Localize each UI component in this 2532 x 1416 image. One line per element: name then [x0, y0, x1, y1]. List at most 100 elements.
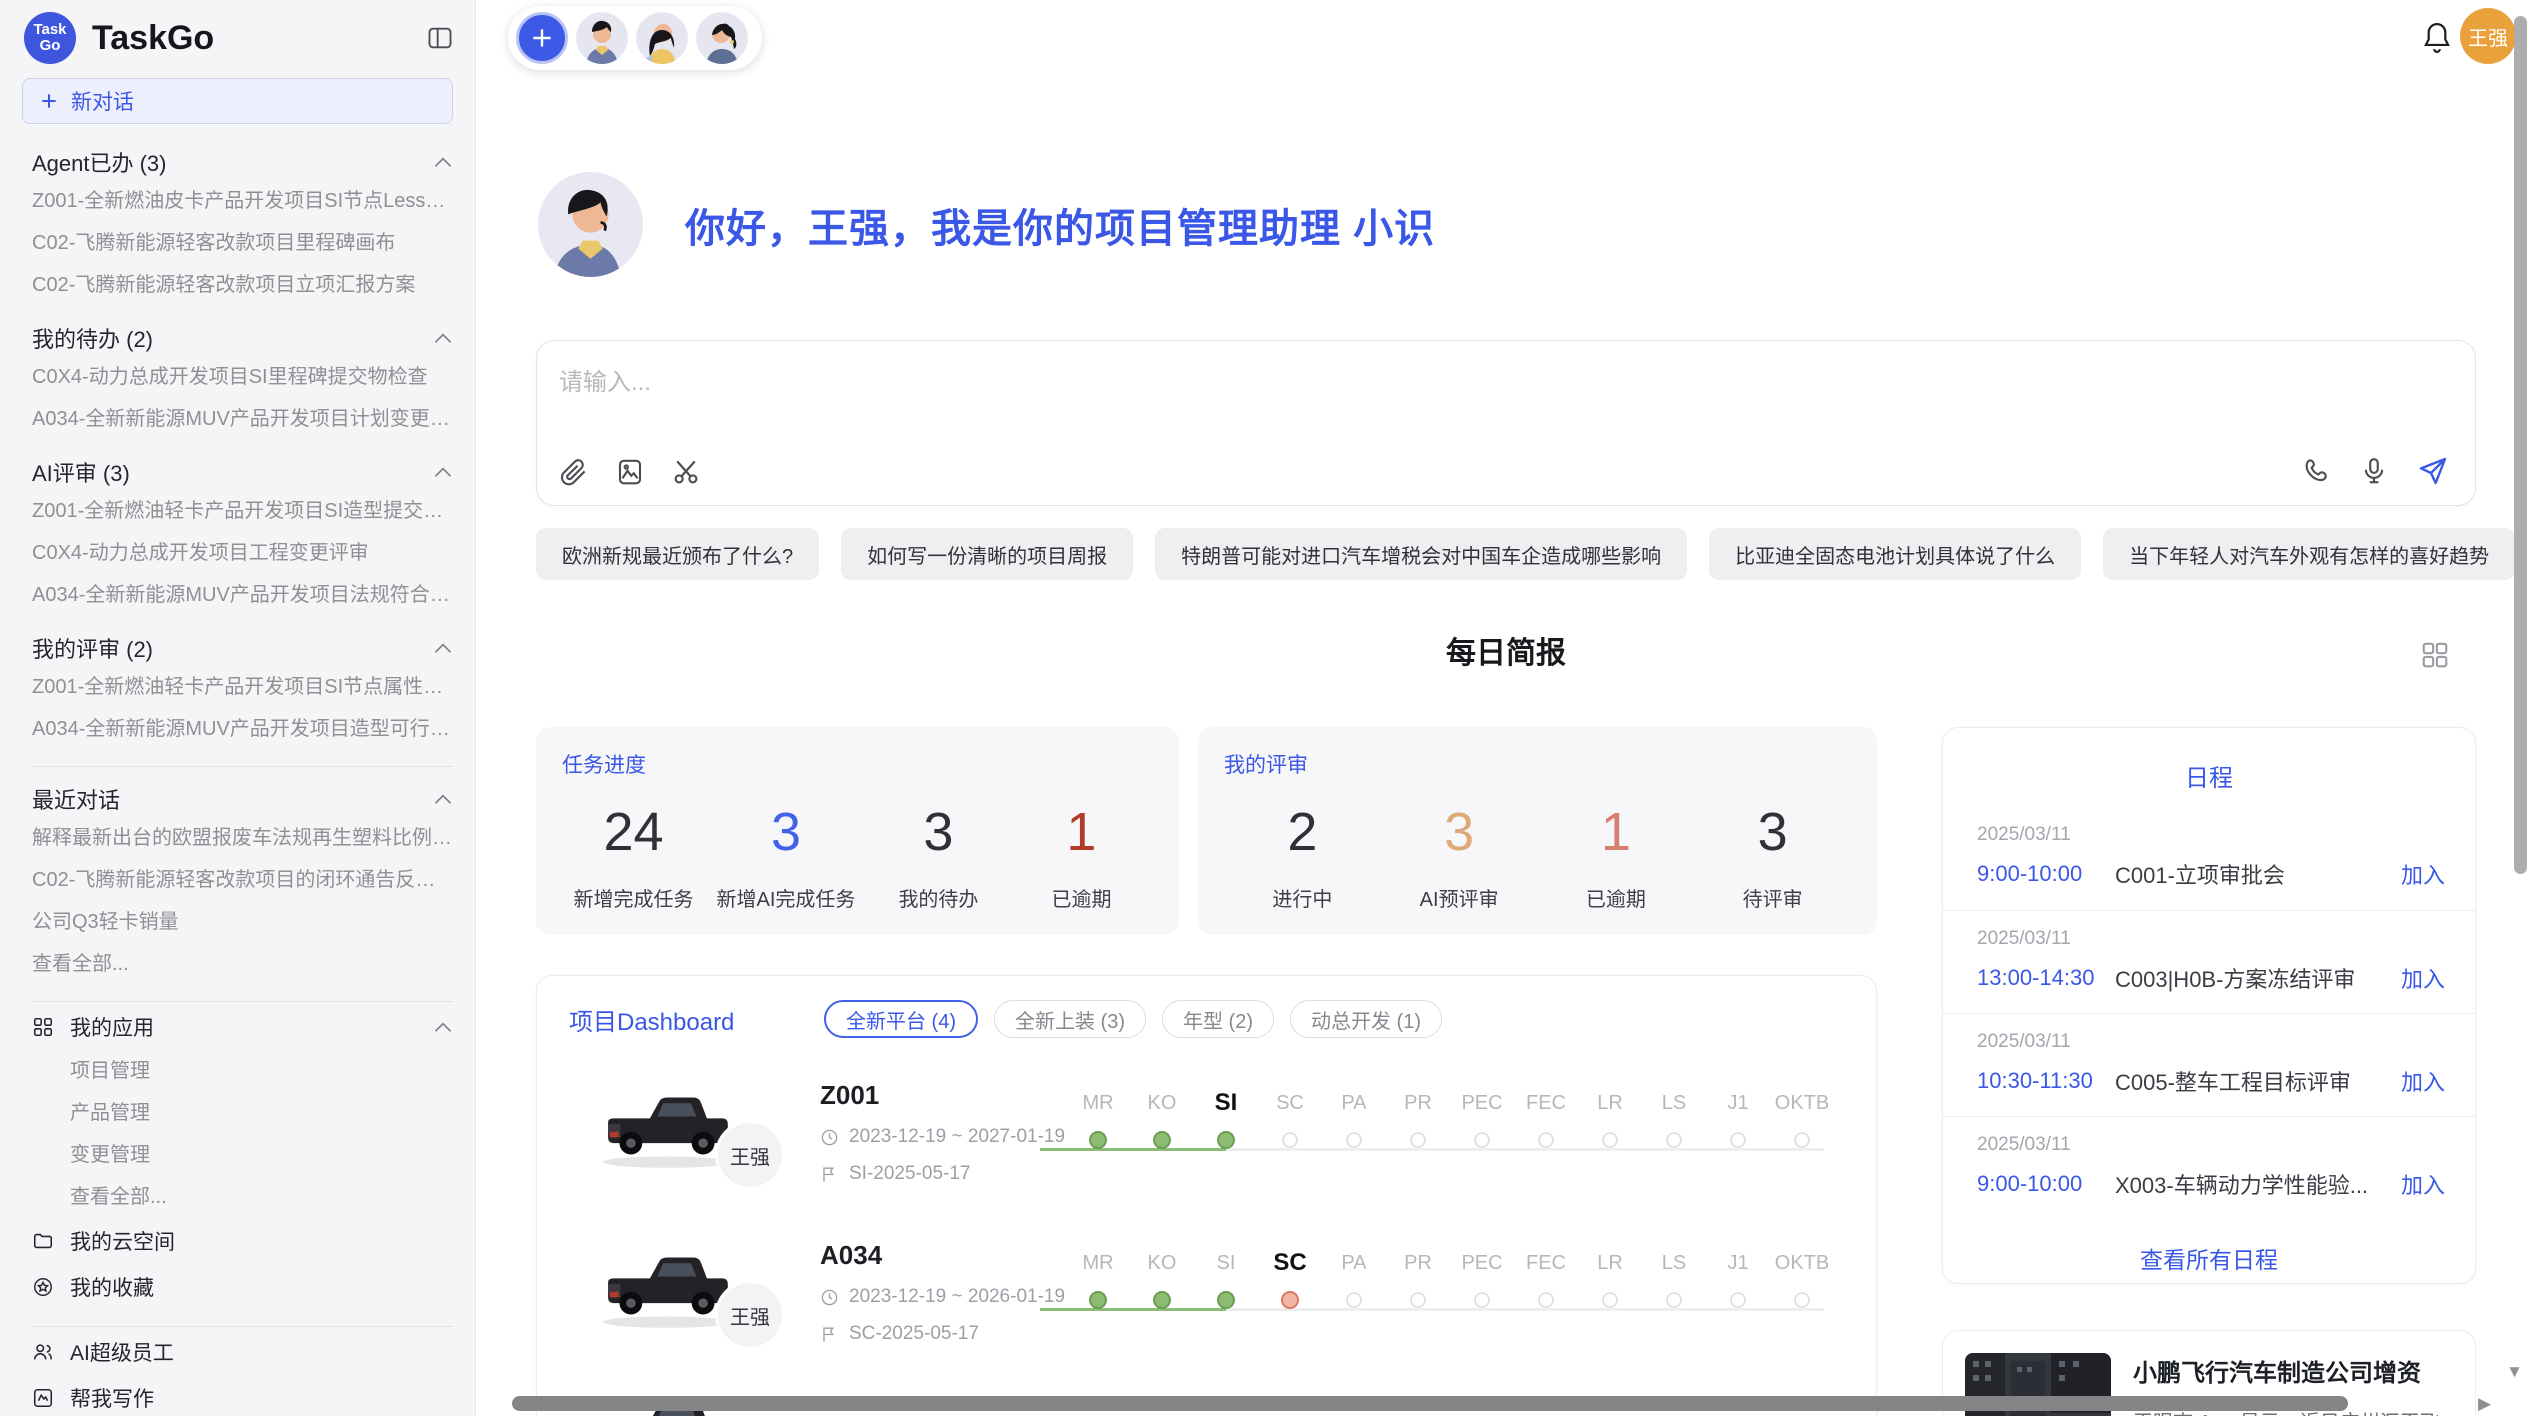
add-agent-button[interactable] — [516, 12, 568, 64]
recent-chat-item[interactable]: C02-飞腾新能源轻客改款项目的闭环通告反馈情况 — [32, 859, 453, 901]
sidebar-task-item[interactable]: C0X4-动力总成开发项目工程变更评审 — [32, 532, 453, 574]
milestone-dot — [1089, 1291, 1107, 1309]
app-item-change-mgmt[interactable]: 变更管理 — [32, 1134, 453, 1176]
schedule-item: 2025/03/11 10:30-11:30 C005-整车工程目标评审 加入 — [1943, 1013, 2475, 1116]
milestone-dot — [1217, 1131, 1235, 1149]
input-actions — [2301, 455, 2449, 487]
recent-chat-item[interactable]: 公司Q3轻卡销量 — [32, 901, 453, 943]
chat-input-card — [536, 340, 2476, 506]
scroll-right-arrow-icon[interactable]: ▶ — [2478, 1394, 2491, 1414]
view-all-schedule-link[interactable]: 查看所有日程 — [1943, 1241, 2475, 1275]
project-milestone-date: SI-2025-05-17 — [849, 1163, 970, 1185]
milestone-track: MRKOSISCPAPRPECFECLRLSJ1OKTB — [1066, 1246, 1838, 1336]
project-row-a034[interactable]: 王强 A034 2023-12-19 ~ 2026-01-19 SC-2025-… — [537, 1236, 1876, 1396]
app-item-product-mgmt[interactable]: 产品管理 — [32, 1092, 453, 1134]
attach-image-icon[interactable] — [615, 457, 645, 487]
sidebar-task-item[interactable]: C0X4-动力总成开发项目SI里程碑提交物检查 — [32, 356, 453, 398]
join-link[interactable]: 加入 — [2401, 858, 2445, 890]
recent-chats-view-all[interactable]: 查看全部... — [32, 943, 453, 985]
suggestion-chip[interactable]: 比亚迪全固态电池计划具体说了什么 — [1709, 528, 2081, 580]
chevron-up-icon — [433, 155, 453, 169]
suggestion-chip[interactable]: 当下年轻人对汽车外观有怎样的喜好趋势 — [2103, 528, 2515, 580]
milestone-dot — [1282, 1132, 1298, 1148]
milestone-label: FEC — [1514, 1086, 1578, 1120]
join-link[interactable]: 加入 — [2401, 1168, 2445, 1200]
new-chat-button[interactable]: 新对话 — [22, 78, 453, 124]
sidebar-collapse-icon[interactable] — [425, 24, 455, 52]
milestone-dot — [1730, 1132, 1746, 1148]
vertical-scrollbar[interactable] — [2514, 16, 2527, 874]
clock-icon — [820, 1128, 839, 1147]
section-my-review[interactable]: 我的评审 (2) — [32, 630, 453, 666]
suggestion-chip[interactable]: 特朗普可能对进口汽车增税会对中国车企造成哪些影响 — [1155, 528, 1687, 580]
schedule-date: 2025/03/11 — [1977, 1134, 2445, 1156]
sidebar-ai-super-staff[interactable]: AI超级员工 — [32, 1329, 453, 1375]
sidebar-task-item[interactable]: C02-飞腾新能源轻客改款项目立项汇报方案 — [32, 264, 453, 306]
sidebar-cloud-space[interactable]: 我的云空间 — [32, 1218, 453, 1264]
tab-year-model[interactable]: 年型 (2) — [1162, 1000, 1274, 1038]
milestone-label: PA — [1322, 1246, 1386, 1280]
join-link[interactable]: 加入 — [2401, 1065, 2445, 1097]
sidebar-task-item[interactable]: A034-全新新能源MUV产品开发项目计划变更表编写 — [32, 398, 453, 440]
tab-new-platform[interactable]: 全新平台 (4) — [824, 1000, 978, 1038]
milestone-dot — [1281, 1291, 1299, 1309]
sidebar-help-me-write[interactable]: 帮我写作 — [32, 1375, 453, 1416]
milestone-dot — [1794, 1292, 1810, 1308]
sidebar-task-item[interactable]: Z001-全新燃油轻卡产品开发项目SI节点属性5D文件评审 — [32, 666, 453, 708]
schedule-time: 13:00-14:30 — [1977, 965, 2115, 991]
sidebar-task-item[interactable]: Z001-全新燃油轻卡产品开发项目SI造型提交物评审 — [32, 490, 453, 532]
tab-powertrain[interactable]: 动总开发 (1) — [1290, 1000, 1442, 1038]
sidebar-task-item[interactable]: A034-全新新能源MUV产品开发项目法规符合性评审 — [32, 574, 453, 616]
section-my-todo[interactable]: 我的待办 (2) — [32, 320, 453, 356]
greeting-block: 你好，王强，我是你的项目管理助理 小识 — [538, 172, 1435, 277]
schedule-time: 10:30-11:30 — [1977, 1068, 2115, 1094]
project-row-z001[interactable]: 王强 Z001 2023-12-19 ~ 2027-01-19 SI-2025-… — [537, 1076, 1876, 1236]
milestone-dot — [1089, 1131, 1107, 1149]
milestone-dot — [1346, 1132, 1362, 1148]
notifications-bell-icon[interactable] — [2420, 20, 2454, 56]
chat-input[interactable] — [559, 361, 1759, 405]
star-icon — [32, 1276, 54, 1298]
horizontal-scrollbar[interactable] — [512, 1396, 2348, 1411]
scroll-down-arrow-icon[interactable]: ▼ — [2506, 1362, 2523, 1382]
user-avatar[interactable]: 王强 — [2460, 8, 2516, 64]
avatar-agent-2[interactable] — [636, 12, 688, 64]
suggestion-chips: 欧洲新规最近颁布了什么? 如何写一份清晰的项目周报 特朗普可能对进口汽车增税会对… — [536, 528, 2476, 580]
flag-icon — [820, 1325, 839, 1344]
section-recent-chats[interactable]: 最近对话 — [32, 781, 453, 817]
recent-chat-item[interactable]: 解释最新出台的欧盟报废车法规再生塑料比例被调至15%... — [32, 817, 453, 859]
milestone-dot — [1474, 1132, 1490, 1148]
attach-file-icon[interactable] — [559, 457, 589, 487]
schedule-name: X003-车辆动力学性能验... — [2115, 1168, 2401, 1200]
schedule-date: 2025/03/11 — [1977, 1031, 2445, 1053]
sidebar-task-item[interactable]: A034-全新新能源MUV产品开发项目造型可行性评审 — [32, 708, 453, 750]
agent-avatars-bar — [508, 6, 762, 70]
tab-new-body[interactable]: 全新上装 (3) — [994, 1000, 1146, 1038]
suggestion-chip[interactable]: 欧洲新规最近颁布了什么? — [536, 528, 819, 580]
sidebar-task-item[interactable]: Z001-全新燃油皮卡产品开发项目SI节点Lesson Learn报告 — [32, 180, 453, 222]
microphone-icon[interactable] — [2359, 456, 2389, 486]
sidebar-my-apps[interactable]: 我的应用 — [32, 1004, 453, 1050]
avatar-agent-1[interactable] — [576, 12, 628, 64]
milestone-label: LR — [1578, 1246, 1642, 1280]
app-title: TaskGo — [92, 19, 425, 58]
project-dates: 2023-12-19 ~ 2027-01-19 — [849, 1126, 1065, 1148]
avatar-agent-3[interactable] — [696, 12, 748, 64]
milestone-label: LS — [1642, 1246, 1706, 1280]
divider — [32, 1326, 453, 1327]
app-item-project-mgmt[interactable]: 项目管理 — [32, 1050, 453, 1092]
join-link[interactable]: 加入 — [2401, 962, 2445, 994]
suggestion-chip[interactable]: 如何写一份清晰的项目周报 — [841, 528, 1133, 580]
section-ai-review[interactable]: AI评审 (3) — [32, 454, 453, 490]
apps-view-all[interactable]: 查看全部... — [32, 1176, 453, 1218]
section-agent-done[interactable]: Agent已办 (3) — [32, 144, 453, 180]
voice-call-icon[interactable] — [2301, 456, 2331, 486]
send-icon[interactable] — [2417, 455, 2449, 487]
sidebar-header: Task Go TaskGo — [0, 0, 475, 70]
daily-brief-header: 每日简报 — [536, 632, 2476, 676]
milestone-label: KO — [1130, 1086, 1194, 1120]
sidebar-favorites[interactable]: 我的收藏 — [32, 1264, 453, 1310]
layout-grid-icon[interactable] — [2420, 640, 2450, 670]
screenshot-scissors-icon[interactable] — [671, 457, 701, 487]
sidebar-task-item[interactable]: C02-飞腾新能源轻客改款项目里程碑画布 — [32, 222, 453, 264]
